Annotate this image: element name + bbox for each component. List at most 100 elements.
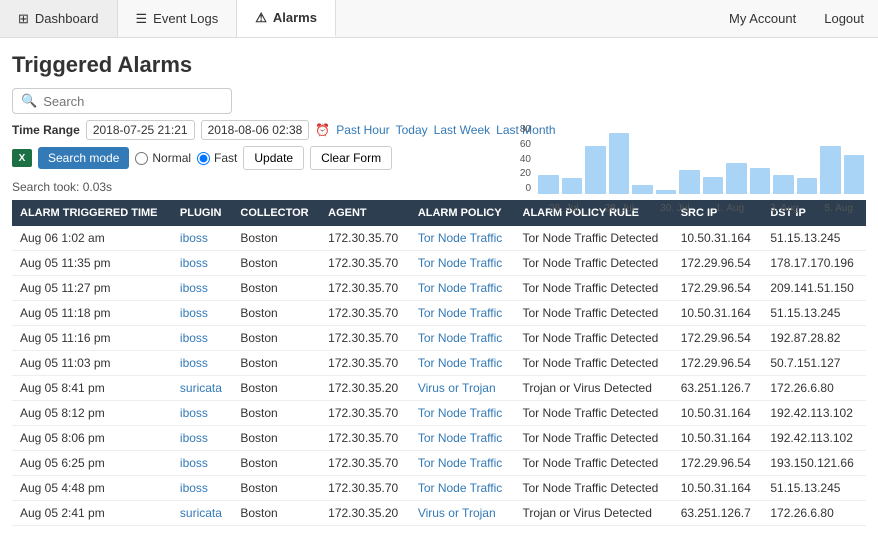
- cell-3-1: iboss: [172, 301, 232, 326]
- table-row[interactable]: Aug 05 11:03 pmibossBoston172.30.35.70To…: [12, 351, 866, 376]
- table-row[interactable]: Aug 05 11:27 pmibossBoston172.30.35.70To…: [12, 276, 866, 301]
- past-hour-link[interactable]: Past Hour: [336, 123, 389, 137]
- search-mode-button[interactable]: Search mode: [38, 147, 129, 169]
- y-label-20: 20: [520, 168, 531, 179]
- cell-0-2: Boston: [232, 226, 320, 251]
- cell-11-4: Virus or Trojan: [410, 501, 515, 526]
- fast-radio-group: Fast: [197, 151, 237, 165]
- chart-bar-4: [632, 185, 653, 194]
- clock-icon: ⏰: [315, 123, 330, 137]
- cell-6-3: 172.30.35.20: [320, 376, 410, 401]
- cell-6-7: 172.26.6.80: [762, 376, 866, 401]
- cell-4-7: 192.87.28.82: [762, 326, 866, 351]
- time-range-end[interactable]: 2018-08-06 02:38: [201, 120, 310, 140]
- search-box[interactable]: 🔍: [12, 88, 232, 114]
- table-row[interactable]: Aug 05 6:25 pmibossBoston172.30.35.70Tor…: [12, 451, 866, 476]
- chart-bar-8: [726, 163, 747, 194]
- cell-2-2: Boston: [232, 276, 320, 301]
- x-axis: 26. Jul 28. Jul 30. Jul 1. Aug 3. Aug 5.…: [536, 203, 866, 214]
- cell-2-5: Tor Node Traffic Detected: [515, 276, 673, 301]
- chart-bar-12: [820, 146, 841, 194]
- cell-6-5: Trojan or Virus Detected: [515, 376, 673, 401]
- x-label-0: 26. Jul: [549, 203, 578, 214]
- time-range-label: Time Range: [12, 123, 80, 137]
- cell-10-7: 51.15.13.245: [762, 476, 866, 501]
- table-row[interactable]: Aug 05 8:41 pmsuricataBoston172.30.35.20…: [12, 376, 866, 401]
- cell-11-7: 172.26.6.80: [762, 501, 866, 526]
- cell-1-1: iboss: [172, 251, 232, 276]
- cell-3-2: Boston: [232, 301, 320, 326]
- cell-4-5: Tor Node Traffic Detected: [515, 326, 673, 351]
- cell-4-3: 172.30.35.70: [320, 326, 410, 351]
- logout-link[interactable]: Logout: [810, 11, 878, 26]
- table-row[interactable]: Aug 05 11:18 pmibossBoston172.30.35.70To…: [12, 301, 866, 326]
- cell-1-3: 172.30.35.70: [320, 251, 410, 276]
- cell-9-1: iboss: [172, 451, 232, 476]
- cell-3-3: 172.30.35.70: [320, 301, 410, 326]
- cell-7-7: 192.42.113.102: [762, 401, 866, 426]
- nav-tab-eventlogs[interactable]: ☰ Event Logs: [118, 0, 238, 37]
- cell-5-0: Aug 05 11:03 pm: [12, 351, 172, 376]
- x-label-3: 1. Aug: [716, 203, 744, 214]
- cell-6-2: Boston: [232, 376, 320, 401]
- upper-section: Triggered Alarms 🔍 Time Range 2018-07-25…: [0, 38, 878, 194]
- cell-4-0: Aug 05 11:16 pm: [12, 326, 172, 351]
- cell-3-4: Tor Node Traffic: [410, 301, 515, 326]
- fast-label: Fast: [214, 151, 237, 165]
- x-label-5: 5. Aug: [825, 203, 853, 214]
- cell-1-4: Tor Node Traffic: [410, 251, 515, 276]
- cell-10-4: Tor Node Traffic: [410, 476, 515, 501]
- clear-form-button[interactable]: Clear Form: [310, 146, 392, 170]
- today-link[interactable]: Today: [396, 123, 428, 137]
- chart-bar-2: [585, 146, 606, 194]
- cell-5-2: Boston: [232, 351, 320, 376]
- table-row[interactable]: Aug 05 11:16 pmibossBoston172.30.35.70To…: [12, 326, 866, 351]
- cell-7-2: Boston: [232, 401, 320, 426]
- fast-radio[interactable]: [197, 152, 210, 165]
- table-row[interactable]: Aug 05 11:35 pmibossBoston172.30.35.70To…: [12, 251, 866, 276]
- time-range-start[interactable]: 2018-07-25 21:21: [86, 120, 195, 140]
- normal-radio[interactable]: [135, 152, 148, 165]
- chart-bar-13: [844, 155, 865, 194]
- table-row[interactable]: Aug 06 1:02 amibossBoston172.30.35.70Tor…: [12, 226, 866, 251]
- normal-label: Normal: [152, 151, 191, 165]
- alarms-table: ALARM TRIGGERED TIME PLUGIN COLLECTOR AG…: [12, 200, 866, 526]
- cell-9-4: Tor Node Traffic: [410, 451, 515, 476]
- eventlogs-icon: ☰: [136, 11, 148, 27]
- th-alarm-policy: ALARM POLICY: [410, 200, 515, 226]
- excel-icon: X: [12, 149, 32, 167]
- cell-10-3: 172.30.35.70: [320, 476, 410, 501]
- normal-radio-group: Normal: [135, 151, 191, 165]
- cell-4-1: iboss: [172, 326, 232, 351]
- chart-inner: 80 60 40 20 0 26. Jul 28. Jul 30. Jul 1.…: [506, 124, 866, 214]
- dashboard-icon: ⊞: [18, 11, 29, 27]
- chart-bar-3: [609, 133, 630, 194]
- table-row[interactable]: Aug 05 4:48 pmibossBoston172.30.35.70Tor…: [12, 476, 866, 501]
- chart-bar-5: [656, 190, 677, 194]
- cell-10-1: iboss: [172, 476, 232, 501]
- table-row[interactable]: Aug 05 8:06 pmibossBoston172.30.35.70Tor…: [12, 426, 866, 451]
- cell-2-6: 172.29.96.54: [673, 276, 763, 301]
- cell-10-5: Tor Node Traffic Detected: [515, 476, 673, 501]
- cell-9-3: 172.30.35.70: [320, 451, 410, 476]
- y-label-80: 80: [520, 124, 531, 135]
- my-account-link[interactable]: My Account: [715, 11, 810, 26]
- cell-8-7: 192.42.113.102: [762, 426, 866, 451]
- cell-2-1: iboss: [172, 276, 232, 301]
- nav-tab-alarms[interactable]: ⚠ Alarms: [237, 0, 336, 37]
- cell-8-1: iboss: [172, 426, 232, 451]
- chart-bar-10: [773, 175, 794, 194]
- cell-0-7: 51.15.13.245: [762, 226, 866, 251]
- cell-11-3: 172.30.35.20: [320, 501, 410, 526]
- update-button[interactable]: Update: [243, 146, 304, 170]
- last-week-link[interactable]: Last Week: [434, 123, 490, 137]
- table-row[interactable]: Aug 05 8:12 pmibossBoston172.30.35.70Tor…: [12, 401, 866, 426]
- nav-tab-dashboard[interactable]: ⊞ Dashboard: [0, 0, 118, 37]
- cell-7-1: iboss: [172, 401, 232, 426]
- cell-8-0: Aug 05 8:06 pm: [12, 426, 172, 451]
- cell-6-4: Virus or Trojan: [410, 376, 515, 401]
- cell-0-5: Tor Node Traffic Detected: [515, 226, 673, 251]
- cell-7-5: Tor Node Traffic Detected: [515, 401, 673, 426]
- table-row[interactable]: Aug 05 2:41 pmsuricataBoston172.30.35.20…: [12, 501, 866, 526]
- search-input[interactable]: [43, 94, 223, 109]
